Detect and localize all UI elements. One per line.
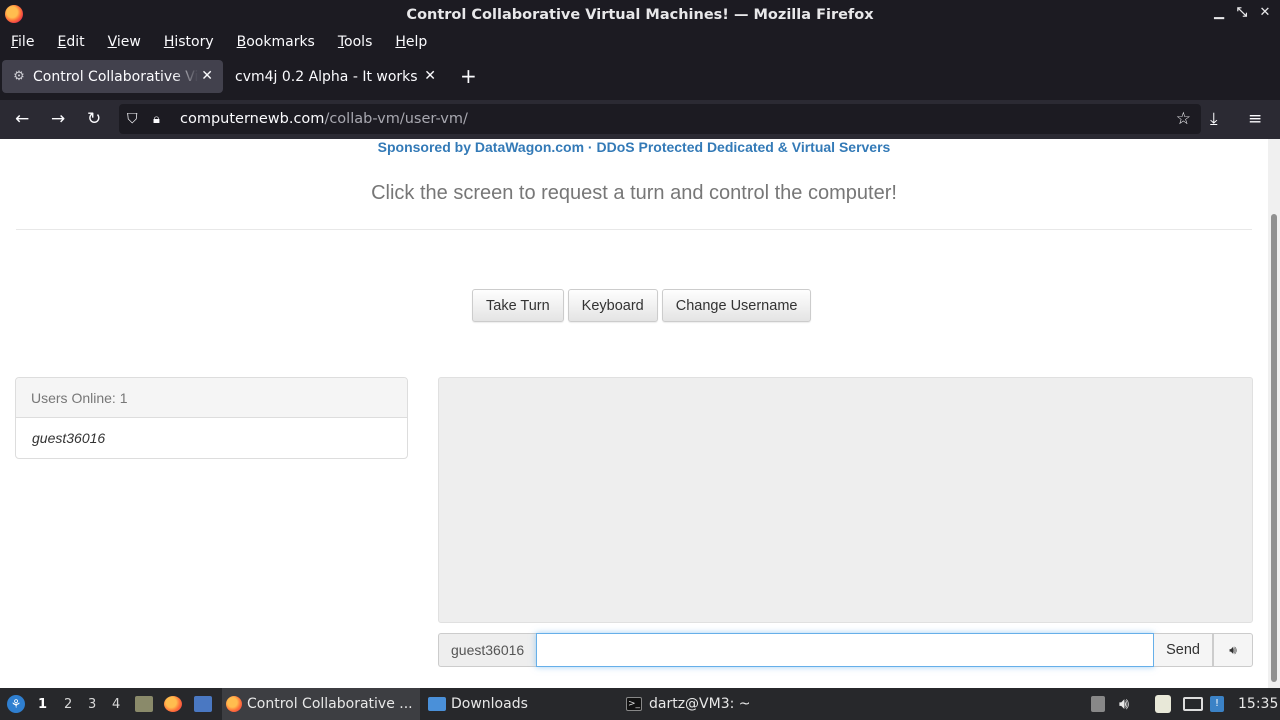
window-title: Control Collaborative Virtual Machines! … xyxy=(406,6,874,23)
users-online-panel: Users Online: 1 guest36016 xyxy=(15,377,408,459)
task-label: Control Collaborative ... xyxy=(247,696,413,712)
page-headline: Click the screen to request a turn and c… xyxy=(371,182,897,204)
sponsor-link[interactable]: Sponsored by DataWagon.com · DDoS Protec… xyxy=(0,139,1268,155)
chat-input[interactable] xyxy=(536,633,1155,667)
desktop-launcher-icon[interactable] xyxy=(194,688,212,720)
workspace-2[interactable]: 2 xyxy=(64,688,72,720)
menu-view[interactable]: View xyxy=(108,34,141,50)
change-username-button[interactable]: Change Username xyxy=(661,289,812,322)
lock-icon[interactable]: 🔒︎ xyxy=(153,112,167,127)
page-scrollbar[interactable] xyxy=(1268,139,1280,688)
send-button[interactable]: Send xyxy=(1154,633,1213,667)
bookmark-star-icon[interactable]: ☆ xyxy=(1176,109,1191,129)
user-list-item: guest36016 xyxy=(32,430,106,446)
workspace-4[interactable]: 4 xyxy=(112,688,120,720)
tray-updates-icon[interactable]: ! xyxy=(1210,688,1224,720)
task-downloads[interactable]: Downloads xyxy=(424,688,614,720)
downloads-icon[interactable]: ⤓ xyxy=(1210,109,1218,129)
reload-icon[interactable]: ↻ xyxy=(87,109,101,129)
start-menu-icon[interactable]: ⚘ xyxy=(5,688,27,720)
firefox-launcher-icon[interactable] xyxy=(164,688,182,720)
restore-icon[interactable]: ⤡ xyxy=(1235,5,1249,20)
collabvm-favicon-icon: ⚙ xyxy=(13,69,25,84)
workspace-3[interactable]: 3 xyxy=(88,688,96,720)
close-tab-icon[interactable]: ✕ xyxy=(201,68,213,84)
users-online-header: Users Online: 1 xyxy=(16,378,407,418)
file-manager-launcher-icon[interactable] xyxy=(135,688,153,720)
taskbar: ⚘ 1 2 3 4 Control Collaborative ... Down… xyxy=(0,688,1280,720)
menu-bar: File Edit View History Bookmarks Tools H… xyxy=(0,29,1280,54)
terminal-icon: >_ xyxy=(626,697,642,711)
tab-label: Control Collaborative Virtual Machines! xyxy=(33,68,198,85)
menu-file[interactable]: File xyxy=(11,34,34,50)
firefox-icon xyxy=(226,696,242,712)
task-firefox[interactable]: Control Collaborative ... xyxy=(222,688,420,720)
tab-cvm4j[interactable]: cvm4j 0.2 Alpha - It works! ✕ xyxy=(224,60,446,93)
folder-icon xyxy=(428,697,446,711)
new-tab-icon[interactable]: + xyxy=(460,65,477,87)
tab-label: cvm4j 0.2 Alpha - It works! xyxy=(235,68,418,85)
close-tab-icon[interactable]: ✕ xyxy=(424,68,436,84)
tray-clipboard-icon[interactable] xyxy=(1155,688,1171,720)
chat-messages-area xyxy=(438,377,1253,623)
menu-edit[interactable]: Edit xyxy=(57,34,84,50)
tab-strip: ⚙ Control Collaborative Virtual Machines… xyxy=(0,54,1280,100)
web-page: Sponsored by DataWagon.com · DDoS Protec… xyxy=(0,139,1268,688)
menu-history[interactable]: History xyxy=(164,34,214,50)
back-icon[interactable]: ← xyxy=(15,109,29,129)
minimize-icon[interactable]: ▁ xyxy=(1212,5,1226,20)
clock[interactable]: 15:35 xyxy=(1238,688,1278,720)
workspace-1[interactable]: 1 xyxy=(38,688,47,720)
task-terminal[interactable]: >_ dartz@VM3: ~ xyxy=(622,688,812,720)
window-titlebar: Control Collaborative Virtual Machines! … xyxy=(0,0,1280,29)
tab-collabvm[interactable]: ⚙ Control Collaborative Virtual Machines… xyxy=(2,60,223,93)
tray-notes-icon[interactable] xyxy=(1091,688,1105,720)
menu-help[interactable]: Help xyxy=(395,34,427,50)
hamburger-menu-icon[interactable]: ≡ xyxy=(1248,109,1262,129)
forward-icon[interactable]: → xyxy=(51,109,65,129)
task-label: Downloads xyxy=(451,696,528,712)
scrollbar-thumb[interactable] xyxy=(1271,214,1277,682)
firefox-logo-icon xyxy=(5,5,23,23)
url-text[interactable]: computernewb.com/collab-vm/user-vm/ xyxy=(180,111,468,127)
menu-bookmarks[interactable]: Bookmarks xyxy=(237,34,315,50)
chat-input-group: guest36016 Send 🔊︎ xyxy=(438,633,1253,667)
tracking-protection-icon[interactable]: ⛉ xyxy=(127,111,143,127)
tray-volume-icon[interactable]: 🔊︎ xyxy=(1119,688,1129,720)
address-bar[interactable]: ⛉ 🔒︎ computernewb.com/collab-vm/user-vm/… xyxy=(119,104,1201,134)
chat-username-label: guest36016 xyxy=(438,633,537,667)
keyboard-button[interactable]: Keyboard xyxy=(567,289,658,322)
volume-icon[interactable]: 🔊︎ xyxy=(1213,633,1253,667)
divider xyxy=(16,229,1252,230)
take-turn-button[interactable]: Take Turn xyxy=(472,289,564,322)
tray-network-icon[interactable] xyxy=(1183,688,1203,720)
menu-tools[interactable]: Tools xyxy=(338,34,373,50)
task-label: dartz@VM3: ~ xyxy=(649,696,751,712)
close-window-icon[interactable]: ✕ xyxy=(1258,5,1272,20)
